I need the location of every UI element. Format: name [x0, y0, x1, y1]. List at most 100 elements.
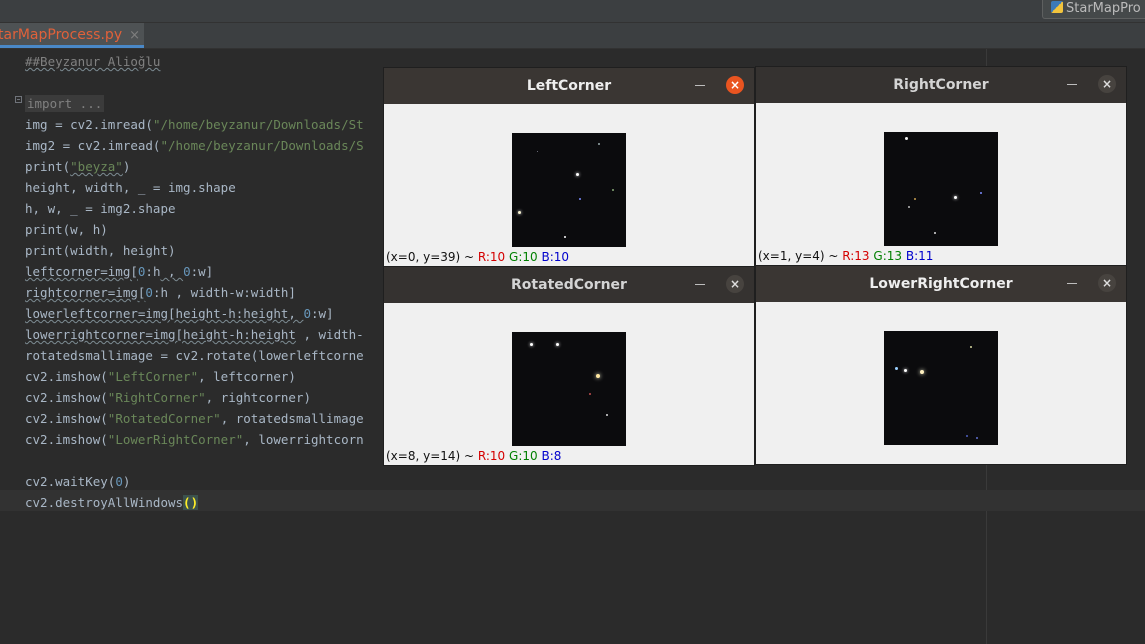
string-literal: "RotatedCorner"	[107, 411, 221, 426]
code-line: print(w, h)	[25, 222, 108, 237]
star	[905, 137, 908, 140]
pixel-blue: B:8	[541, 449, 562, 463]
pixel-green: G:13	[873, 249, 903, 263]
code-token: )	[122, 159, 131, 174]
code-line: print("beyza")	[25, 156, 364, 177]
string-literal: "beyza"	[70, 159, 123, 174]
run-configuration-label: StarMapPro	[1066, 1, 1141, 16]
string-literal: "LowerRightCorner"	[107, 432, 244, 447]
star	[576, 173, 579, 176]
code-line: leftcorner=img[0:h , 0:w]	[25, 261, 364, 282]
code-token: , width-w:width]	[168, 285, 296, 300]
star	[934, 232, 936, 234]
code-token: leftcorner=img[	[25, 264, 138, 279]
code-line: print(width, height)	[25, 243, 176, 258]
star	[518, 211, 521, 214]
star-image	[512, 332, 626, 446]
code-token: , width-	[295, 327, 364, 342]
star	[612, 189, 614, 191]
close-icon[interactable]: ×	[726, 76, 744, 94]
star	[966, 435, 968, 437]
code-line: lowerleftcorner=img[height-h:height, 0:w…	[25, 303, 364, 324]
window-title: RightCorner	[893, 77, 989, 93]
pixel-status-bar: (x=8, y=14) ~ R:10 G:10 B:8	[386, 449, 561, 463]
minimize-icon[interactable]	[1067, 283, 1077, 284]
star	[908, 206, 910, 208]
pixel-green: G:10	[509, 250, 538, 264]
star	[579, 198, 581, 200]
run-configuration-selector[interactable]: StarMapPro	[1042, 0, 1145, 19]
main-toolbar: StarMapPro	[0, 0, 1145, 23]
code-token: :h	[152, 285, 169, 300]
window-lowerrightcorner[interactable]: LowerRightCorner ×	[756, 266, 1126, 464]
code-line: h, w, _ = img2.shape	[25, 201, 176, 216]
code-line: cv2.imshow("LeftCorner", leftcorner)	[25, 366, 364, 387]
close-icon[interactable]: ×	[1098, 75, 1116, 93]
number-literal: 0	[303, 306, 311, 321]
window-titlebar[interactable]: LowerRightCorner	[756, 266, 1126, 302]
code-line: img2 = cv2.imread("/home/beyzanur/Downlo…	[25, 135, 364, 156]
pixel-red: R:13	[842, 249, 870, 263]
code-token: lowerrightcorner=img[height-h:height	[25, 327, 296, 342]
close-icon[interactable]: ×	[1098, 274, 1116, 292]
string-literal: "LeftCorner"	[107, 369, 199, 384]
fold-import-icon[interactable]	[15, 96, 22, 103]
code-line: rightcorner=img[0:h , width-w:width]	[25, 282, 364, 303]
code-line: cv2.destroyAllWindows()	[25, 492, 364, 513]
pixel-status-bar: (x=1, y=4) ~ R:13 G:13 B:11	[758, 249, 933, 263]
string-literal: "RightCorner"	[107, 390, 206, 405]
source-code[interactable]: ##Beyzanur Alioğlu import ... img = cv2.im…	[25, 51, 364, 513]
code-line: height, width, _ = img.shape	[25, 180, 236, 195]
pixel-status-bar: (x=0, y=39) ~ R:10 G:10 B:10	[386, 250, 569, 264]
code-line: cv2.imshow("RotatedCorner", rotatedsmall…	[25, 408, 364, 429]
code-line: cv2.imshow("RightCorner", rightcorner)	[25, 387, 364, 408]
star-image	[512, 133, 626, 247]
string-literal: "/home/beyzanur/Downloads/St	[152, 117, 364, 132]
star	[606, 414, 608, 416]
pixel-coordinates: (x=1, y=4) ~	[758, 249, 839, 263]
star	[598, 143, 600, 145]
code-token: img = cv2.imread(	[25, 117, 153, 132]
minimize-icon[interactable]	[695, 284, 705, 285]
close-icon[interactable]: ×	[726, 275, 744, 293]
close-tab-icon[interactable]: ×	[129, 28, 140, 43]
matched-braces: ()	[183, 495, 199, 510]
import-fold[interactable]: import ...	[25, 95, 105, 112]
code-line: lowerrightcorner=img[height-h:height , w…	[25, 324, 364, 345]
code-token: cv2.imshow(	[25, 432, 108, 447]
window-titlebar[interactable]: RightCorner	[756, 67, 1126, 103]
code-token: , lowerrightcorn	[243, 432, 364, 447]
code-token: cv2.destroyAllWindows	[25, 495, 184, 510]
code-token: cv2.waitKey(	[25, 474, 116, 489]
window-rotatedcorner[interactable]: RotatedCorner × (x=8, y=14) ~ R:10 G:10 …	[384, 267, 754, 465]
star	[895, 367, 898, 370]
window-title: LeftCorner	[526, 78, 612, 94]
pixel-blue: B:10	[541, 250, 570, 264]
star	[596, 374, 600, 378]
window-titlebar[interactable]: RotatedCorner	[384, 267, 754, 303]
star	[976, 437, 978, 439]
star	[530, 343, 533, 346]
window-title: RotatedCorner	[511, 277, 627, 293]
star	[954, 196, 957, 199]
minimize-icon[interactable]	[695, 85, 705, 86]
python-file-icon	[1051, 1, 1063, 13]
pixel-green: G:10	[509, 449, 538, 463]
window-rightcorner[interactable]: RightCorner × (x=1, y=4) ~ R:13 G:13 B:1…	[756, 67, 1126, 265]
code-token: img2 = cv2.imread(	[25, 138, 161, 153]
code-line: img = cv2.imread("/home/beyzanur/Downloa…	[25, 114, 364, 135]
window-titlebar[interactable]: LeftCorner	[384, 68, 754, 104]
code-token: , leftcorner)	[198, 369, 296, 384]
minimize-icon[interactable]	[1067, 84, 1077, 85]
number-literal: 0	[183, 264, 191, 279]
code-token: :w]	[190, 264, 214, 279]
star	[980, 192, 982, 194]
star	[970, 346, 972, 348]
code-token: ,	[160, 264, 184, 279]
tab-starmapprocess[interactable]: tarMapProcess.py ×	[0, 23, 144, 48]
code-line: ##Beyzanur Alioğlu	[25, 51, 364, 72]
code-token: :w]	[310, 306, 334, 321]
window-leftcorner[interactable]: LeftCorner × (x=0, y=39) ~ R:10 G:10 B:1…	[384, 68, 754, 266]
pixel-coordinates: (x=8, y=14) ~	[386, 449, 475, 463]
